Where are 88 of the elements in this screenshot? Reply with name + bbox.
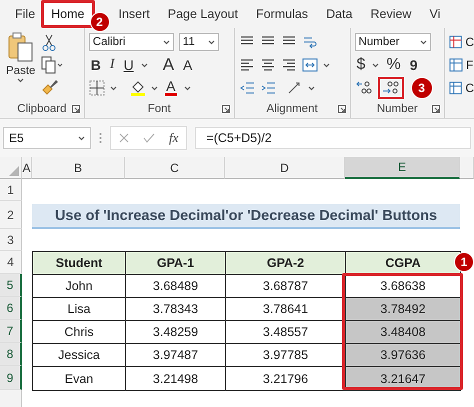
caret-icon [372, 62, 380, 68]
name-box[interactable]: E5 [3, 127, 91, 149]
caret-icon [162, 40, 170, 44]
ribbon-tab[interactable]: Data [317, 1, 362, 27]
row-header[interactable]: 3 [0, 229, 22, 251]
sheet-title: Use of 'Increase Decimal'or 'Decrease Decimal' Buttons [32, 204, 460, 229]
style-button-label[interactable]: C [465, 35, 474, 49]
decrease-indent-icon[interactable] [238, 81, 255, 95]
row-header[interactable]: 5 [0, 274, 22, 297]
currency-button[interactable]: $ [354, 56, 368, 74]
dialog-launcher-icon[interactable] [432, 105, 440, 113]
conditional-format-icon[interactable] [449, 35, 462, 49]
more-icon [99, 132, 102, 144]
group-label: Font [148, 103, 171, 115]
font-color-button[interactable]: A [162, 80, 179, 96]
row-header[interactable]: 1 [0, 179, 22, 201]
row-header[interactable]: 2 [0, 201, 22, 229]
caret-icon [78, 136, 85, 140]
group-label: Clipboard [17, 103, 66, 115]
column-header[interactable]: D [225, 157, 345, 179]
increase-font-button[interactable]: A [160, 55, 176, 75]
italic-button[interactable]: I [108, 57, 117, 73]
decrease-font-button[interactable]: A [181, 57, 194, 73]
caret-icon [208, 40, 215, 44]
row-header[interactable]: 9 [0, 366, 22, 390]
align-center-icon[interactable] [260, 58, 276, 72]
table-cell: 3.48408 [345, 320, 461, 344]
percent-button[interactable]: % [384, 56, 403, 74]
row-header[interactable]: 7 [0, 320, 22, 343]
table-cell: Evan [32, 366, 126, 391]
row-header[interactable]: 8 [0, 343, 22, 366]
header-cell: Student [32, 251, 126, 275]
bold-button[interactable]: B [88, 57, 103, 73]
row-header[interactable]: 4 [0, 251, 22, 274]
header-cell: GPA-1 [125, 251, 226, 275]
style-button-label[interactable]: F [466, 58, 474, 72]
merge-icon[interactable] [302, 58, 318, 72]
caret-icon [420, 40, 427, 44]
column-header[interactable]: E [345, 157, 460, 179]
callout-badge: 3 [410, 77, 433, 99]
group-label: Number [376, 103, 418, 115]
ribbon-tab[interactable]: Vi [420, 1, 450, 27]
table-cell: 3.78492 [345, 297, 461, 321]
caret-icon [184, 86, 191, 90]
dialog-launcher-icon[interactable] [72, 105, 80, 113]
ribbon-tab[interactable]: Home [41, 0, 94, 28]
ribbon-tab[interactable]: Review [361, 1, 420, 27]
fill-color-icon[interactable] [130, 80, 146, 96]
increase-decimal-icon[interactable] [354, 80, 373, 96]
column-header[interactable]: C [125, 157, 225, 179]
column-header[interactable]: A [22, 157, 32, 179]
caret-icon [17, 78, 24, 83]
style-button-label[interactable]: C [465, 81, 474, 95]
caret-icon [322, 62, 330, 68]
ribbon-tab[interactable]: Insert [110, 1, 159, 27]
insert-function-button[interactable]: fx [169, 130, 178, 146]
paste-button[interactable]: Paste [4, 32, 38, 102]
increase-indent-icon[interactable] [260, 81, 276, 95]
dialog-launcher-icon[interactable] [338, 105, 346, 113]
group-label: Alignment [266, 103, 318, 115]
table-cell: 3.97636 [345, 343, 461, 367]
align-left-icon[interactable] [238, 58, 255, 72]
caret-icon [140, 62, 148, 68]
caret-icon [110, 86, 117, 90]
row-header[interactable]: 6 [0, 297, 22, 320]
copy-icon[interactable] [41, 56, 64, 74]
callout-badge: 1 [454, 252, 474, 272]
font-name-dropdown[interactable]: Calibri [88, 33, 174, 51]
column-header[interactable]: B [32, 157, 125, 179]
clipboard-icon[interactable] [6, 32, 35, 64]
ribbon-tab[interactable]: Formulas [246, 1, 318, 27]
borders-icon[interactable] [88, 80, 105, 96]
number-format-dropdown[interactable]: Number [354, 33, 431, 51]
table-format-icon[interactable] [449, 58, 464, 72]
formula-field[interactable]: =(C5+D5)/2 [195, 127, 471, 149]
cell-styles-icon[interactable] [449, 81, 462, 95]
underline-button[interactable]: U [122, 57, 136, 73]
header-cell: GPA-2 [225, 251, 346, 275]
align-right-icon[interactable] [280, 58, 297, 72]
format-painter-icon[interactable] [41, 78, 60, 96]
dialog-launcher-icon[interactable] [222, 105, 230, 113]
comma-style-button[interactable]: 9 [408, 57, 420, 73]
scissors-icon[interactable] [41, 34, 58, 52]
ribbon-tab[interactable]: Page Layout [158, 1, 247, 27]
caret-icon [308, 86, 315, 90]
check-icon[interactable] [143, 133, 155, 143]
caret-icon [150, 86, 158, 90]
font-size-dropdown[interactable]: 11 [178, 33, 219, 51]
